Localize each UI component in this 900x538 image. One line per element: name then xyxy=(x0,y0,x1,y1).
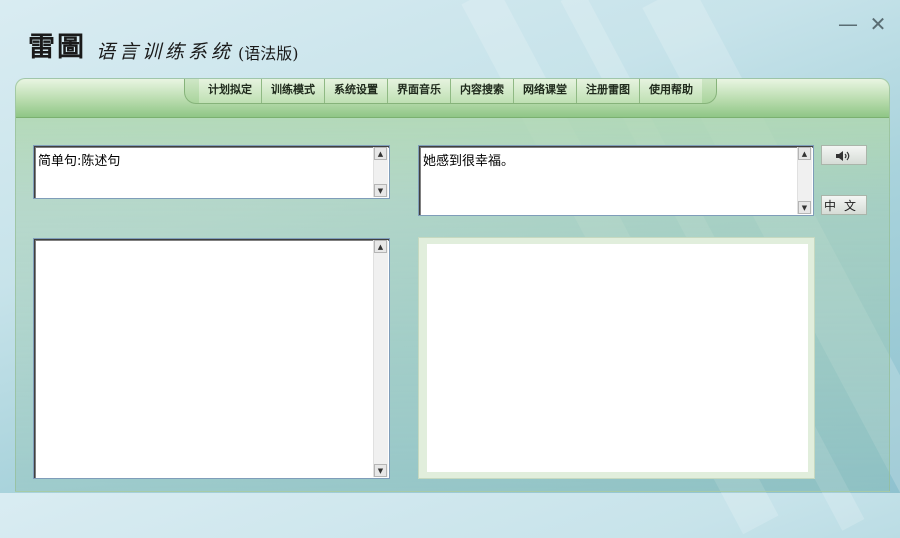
sentence-textbox[interactable]: 她感到很幸福。 ▲ ▼ xyxy=(418,145,814,216)
sentence-text: 她感到很幸福。 xyxy=(423,154,515,169)
chinese-button[interactable]: 中文 xyxy=(821,195,867,215)
main-menu: 计划拟定 训练模式 系统设置 界面音乐 内容搜索 网络课堂 注册雷图 使用帮助 xyxy=(184,79,717,104)
menu-item-plan[interactable]: 计划拟定 xyxy=(199,79,262,103)
app-logo: 雷圖 xyxy=(28,32,86,63)
menu-item-training-mode[interactable]: 训练模式 xyxy=(262,79,325,103)
scroll-up-icon[interactable]: ▲ xyxy=(374,147,387,160)
category-text: 简单句:陈述句 xyxy=(38,154,121,169)
minimize-button[interactable]: — xyxy=(838,14,858,34)
scroll-down-icon[interactable]: ▼ xyxy=(374,464,387,477)
scroll-up-icon[interactable]: ▲ xyxy=(798,147,811,160)
sentence-scrollbar[interactable]: ▲ ▼ xyxy=(797,147,812,214)
scroll-down-icon[interactable]: ▼ xyxy=(798,201,811,214)
close-button[interactable]: ✕ xyxy=(868,14,888,34)
speaker-icon xyxy=(836,151,850,161)
menu-item-help[interactable]: 使用帮助 xyxy=(640,79,702,103)
category-scrollbar[interactable]: ▲ ▼ xyxy=(373,147,388,197)
content-list-textbox[interactable]: ▲ ▼ xyxy=(33,238,390,479)
speak-button[interactable] xyxy=(821,145,867,165)
display-area xyxy=(427,244,808,472)
app-title: 雷圖 语言训练系统 (语法版) xyxy=(28,28,299,64)
scroll-down-icon[interactable]: ▼ xyxy=(374,184,387,197)
menu-item-settings[interactable]: 系统设置 xyxy=(325,79,388,103)
menu-item-register[interactable]: 注册雷图 xyxy=(577,79,640,103)
app-name: 语言训练系统 xyxy=(96,41,235,63)
app-edition: (语法版) xyxy=(238,44,299,63)
menu-item-search[interactable]: 内容搜索 xyxy=(451,79,514,103)
display-panel xyxy=(418,237,815,479)
menu-item-music[interactable]: 界面音乐 xyxy=(388,79,451,103)
content-list-scrollbar[interactable]: ▲ ▼ xyxy=(373,240,388,477)
menu-item-online-class[interactable]: 网络课堂 xyxy=(514,79,577,103)
category-textbox[interactable]: 简单句:陈述句 ▲ ▼ xyxy=(33,145,390,199)
scroll-up-icon[interactable]: ▲ xyxy=(374,240,387,253)
